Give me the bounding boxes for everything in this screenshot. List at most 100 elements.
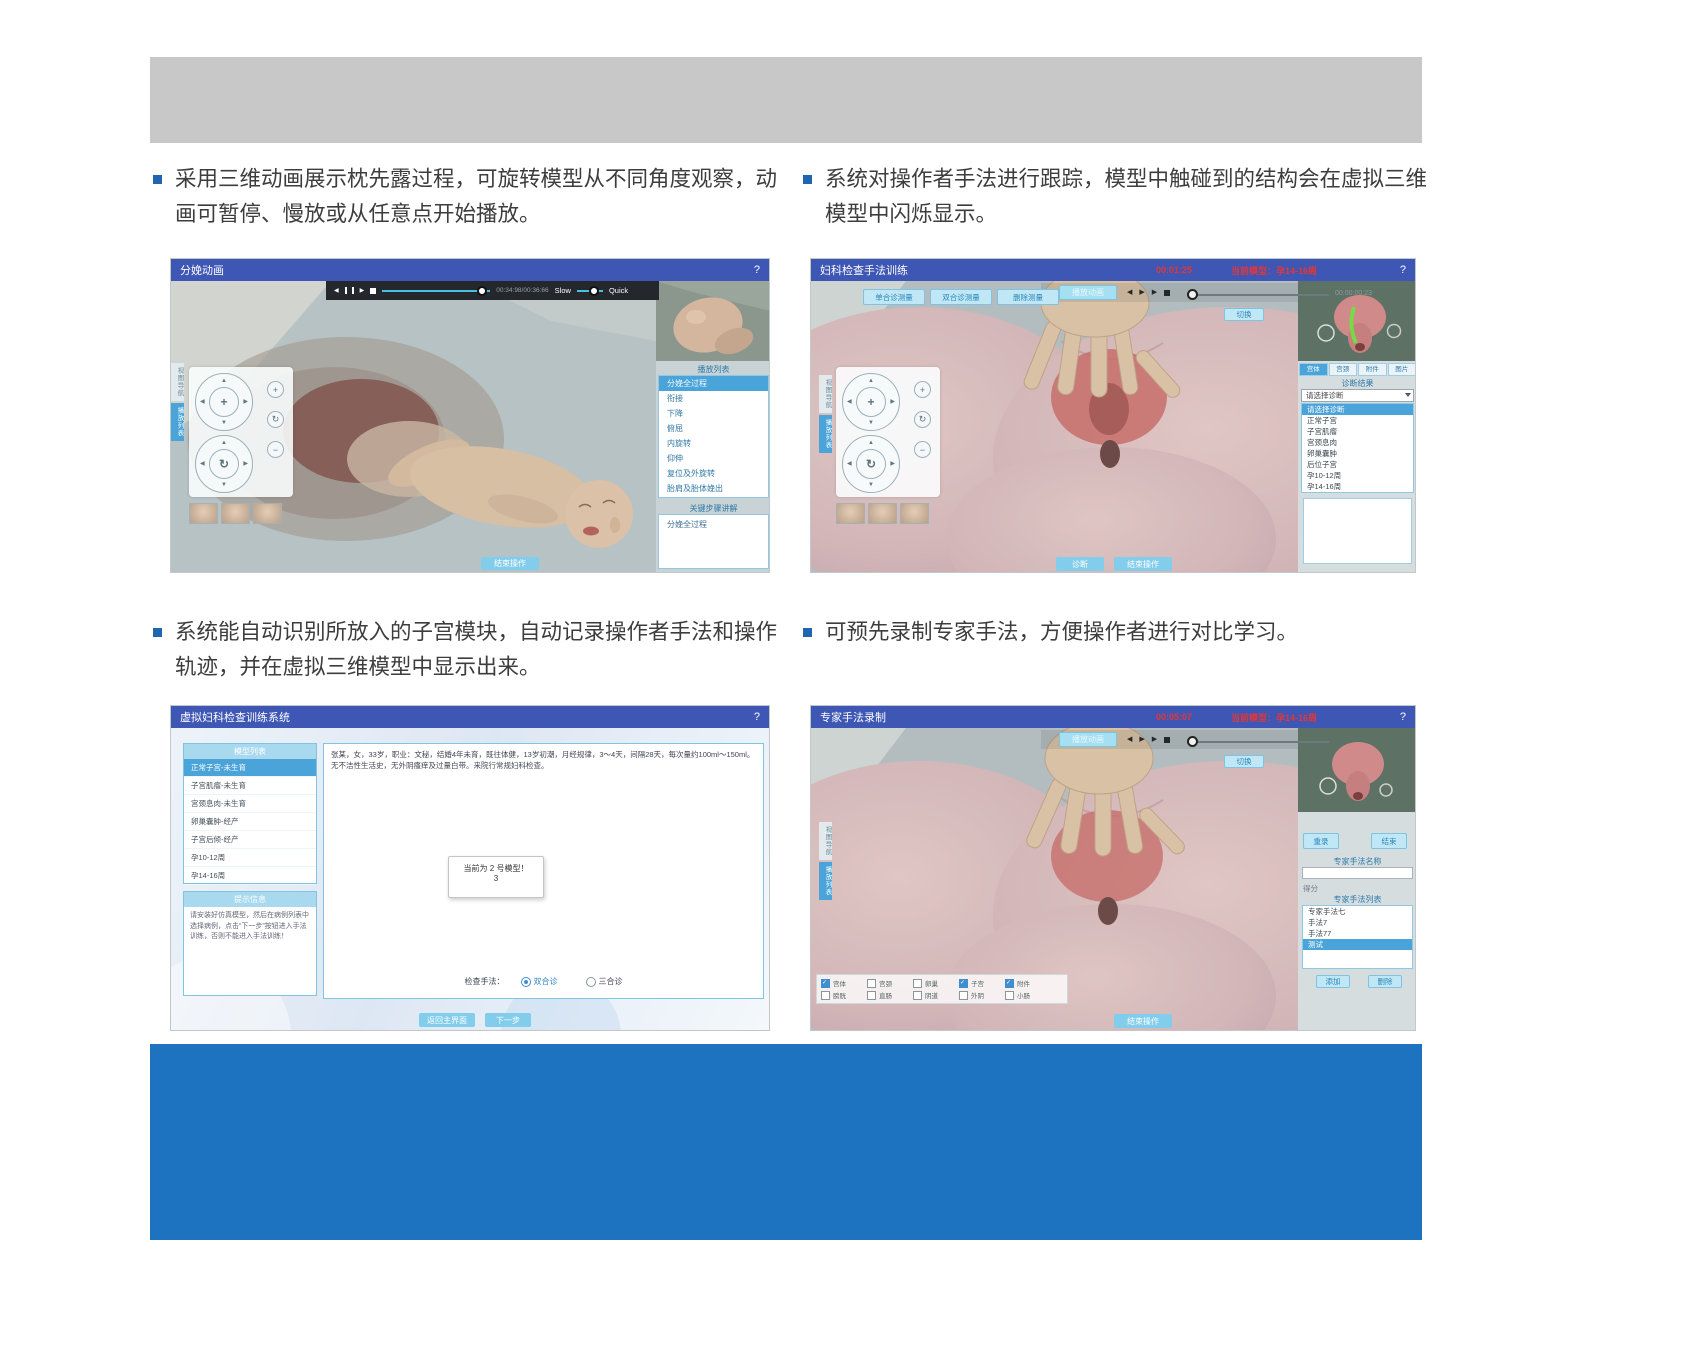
structure-checkbox[interactable]: 直肠 <box>867 989 913 1001</box>
arrow-left-icon[interactable]: ◀ <box>847 399 852 405</box>
arrow-up-icon[interactable]: ▲ <box>221 440 227 446</box>
model-thumb[interactable] <box>868 503 897 524</box>
diagnosis-option[interactable]: 宫颈息肉 <box>1302 437 1413 448</box>
model-list-item[interactable]: 正常子宫-未生育 <box>184 759 316 777</box>
measure-button[interactable]: 删除测量 <box>997 289 1059 305</box>
previous-icon[interactable]: ◀ <box>1127 289 1132 296</box>
arrow-up-icon[interactable]: ▲ <box>221 378 227 384</box>
playlist-item[interactable]: 内旋转 <box>659 436 768 451</box>
rotate-dpad[interactable]: ▲▼ ◀▶ ↻ <box>195 435 253 493</box>
switch-button[interactable]: 切换 <box>1224 755 1264 768</box>
diagnosis-option[interactable]: 卵巢囊肿 <box>1302 448 1413 459</box>
arrow-left-icon[interactable]: ◀ <box>847 461 852 467</box>
help-icon[interactable]: ? <box>1400 711 1406 723</box>
result-tab[interactable]: 附件 <box>1358 363 1387 376</box>
stop-icon[interactable] <box>370 288 376 294</box>
timeline-slider[interactable] <box>1187 294 1329 296</box>
arrow-down-icon[interactable]: ▼ <box>221 482 227 488</box>
progress-knob[interactable] <box>477 286 487 296</box>
side-tab[interactable]: 视图导航 <box>819 375 832 413</box>
progress-slider[interactable] <box>382 290 490 292</box>
timeline-knob[interactable] <box>1187 289 1198 300</box>
play-animation-button[interactable]: 播放动画 <box>1059 285 1117 300</box>
playlist-item[interactable]: 复位及外旋转 <box>659 466 768 481</box>
zoom-out-button[interactable]: − <box>914 441 931 458</box>
previous-icon[interactable]: ◀ <box>334 288 339 294</box>
arrow-up-icon[interactable]: ▲ <box>868 378 874 384</box>
view-thumbnail[interactable] <box>656 281 770 361</box>
play-icon[interactable]: ▶ <box>1139 736 1144 743</box>
side-tab[interactable]: 播放列表 <box>171 403 184 441</box>
expert-list-item[interactable]: 手法7 <box>1303 917 1412 928</box>
model-thumb[interactable] <box>253 503 282 524</box>
arrow-right-icon[interactable]: ▶ <box>890 461 895 467</box>
end-operation-button[interactable]: 结束操作 <box>481 557 539 570</box>
next-step-button[interactable]: 下一步 <box>485 1013 531 1027</box>
pause-icon[interactable] <box>345 287 354 294</box>
stop-icon[interactable] <box>1164 737 1170 743</box>
playlist-item[interactable]: 胎肩及胎体娩出 <box>659 481 768 496</box>
previous-icon[interactable]: ◀ <box>1127 736 1132 743</box>
diagnosis-option[interactable]: 后位子宫 <box>1302 459 1413 470</box>
diagnose-button[interactable]: 诊断 <box>1056 557 1104 571</box>
play-icon[interactable]: ▶ <box>1139 289 1144 296</box>
help-icon[interactable]: ? <box>754 711 760 723</box>
delete-button[interactable]: 删除 <box>1368 975 1402 988</box>
model-thumb[interactable] <box>189 503 218 524</box>
side-tab[interactable]: 视图导航 <box>171 363 184 401</box>
playlist-item[interactable]: 下降 <box>659 406 768 421</box>
stop-icon[interactable] <box>1164 290 1170 296</box>
rerecord-button[interactable]: 重录 <box>1303 833 1339 849</box>
next-icon[interactable]: ▶ <box>360 288 365 294</box>
model-list-item[interactable]: 卵巢囊肿-经产 <box>184 813 316 831</box>
speed-slider[interactable] <box>577 290 603 292</box>
next-icon[interactable]: ▶ <box>1152 289 1157 296</box>
model-thumb[interactable] <box>900 503 929 524</box>
uterus-thumbnail[interactable] <box>1298 724 1416 812</box>
reset-view-button[interactable]: ↻ <box>914 411 931 428</box>
next-icon[interactable]: ▶ <box>1152 736 1157 743</box>
end-operation-button[interactable]: 结束操作 <box>1114 1014 1172 1028</box>
structure-checkbox[interactable]: 小肠 <box>1005 989 1051 1001</box>
side-tab[interactable]: 播放列表 <box>819 862 832 900</box>
playlist-item[interactable]: 分娩全过程 <box>659 376 768 391</box>
arrow-down-icon[interactable]: ▼ <box>221 420 227 426</box>
side-tab[interactable]: 视图导航 <box>819 822 832 860</box>
arrow-down-icon[interactable]: ▼ <box>868 482 874 488</box>
result-tab[interactable]: 宫颈 <box>1329 363 1358 376</box>
play-animation-button[interactable]: 播放动画 <box>1059 732 1117 747</box>
diagnosis-dropdown[interactable]: 请选择诊断 <box>1301 389 1414 402</box>
diagnosis-option[interactable]: 正常子宫 <box>1302 415 1413 426</box>
model-list-item[interactable]: 子宫肌瘤-未生育 <box>184 777 316 795</box>
side-tab[interactable]: 播放列表 <box>819 415 832 453</box>
speed-knob[interactable] <box>589 286 599 296</box>
expert-list-item[interactable]: 测试 <box>1303 939 1412 950</box>
measure-button[interactable]: 单合诊测量 <box>863 289 925 305</box>
exam-method-radio[interactable]: 三合诊 <box>586 976 623 987</box>
exam-method-radio[interactable]: 双合诊 <box>521 976 558 987</box>
structure-checkbox[interactable]: 阴道 <box>913 989 959 1001</box>
rotate-dpad[interactable]: ▲▼ ◀▶ ↻ <box>842 435 900 493</box>
structure-checkbox[interactable]: 附件 <box>1005 977 1051 989</box>
back-to-main-button[interactable]: 返回主界面 <box>419 1013 475 1027</box>
arrow-right-icon[interactable]: ▶ <box>890 399 895 405</box>
end-operation-button[interactable]: 结束操作 <box>1114 557 1172 571</box>
model-thumb[interactable] <box>221 503 250 524</box>
result-tab[interactable]: 宫体 <box>1299 363 1328 376</box>
arrow-left-icon[interactable]: ◀ <box>200 461 205 467</box>
expert-list-item[interactable]: 手法77 <box>1303 928 1412 939</box>
help-icon[interactable]: ? <box>1400 264 1406 276</box>
model-list-item[interactable]: 子宫后倾-经产 <box>184 831 316 849</box>
diagnosis-option[interactable]: 孕10-12周 <box>1302 470 1413 481</box>
reset-view-button[interactable]: ↻ <box>267 411 284 428</box>
arrow-down-icon[interactable]: ▼ <box>868 420 874 426</box>
diagnosis-option[interactable]: 子宫肌瘤 <box>1302 426 1413 437</box>
expert-list-item[interactable]: 专家手法七 <box>1303 906 1412 917</box>
diagnosis-option[interactable]: 请选择诊断 <box>1302 404 1413 415</box>
arrow-right-icon[interactable]: ▶ <box>243 461 248 467</box>
expert-name-input[interactable] <box>1302 867 1413 879</box>
model-list-item[interactable]: 孕14-16周 <box>184 867 316 885</box>
pan-dpad[interactable]: ▲▼ ◀▶ + <box>842 373 900 431</box>
model-list-item[interactable]: 宫颈息肉-未生育 <box>184 795 316 813</box>
switch-button[interactable]: 切换 <box>1224 308 1264 321</box>
